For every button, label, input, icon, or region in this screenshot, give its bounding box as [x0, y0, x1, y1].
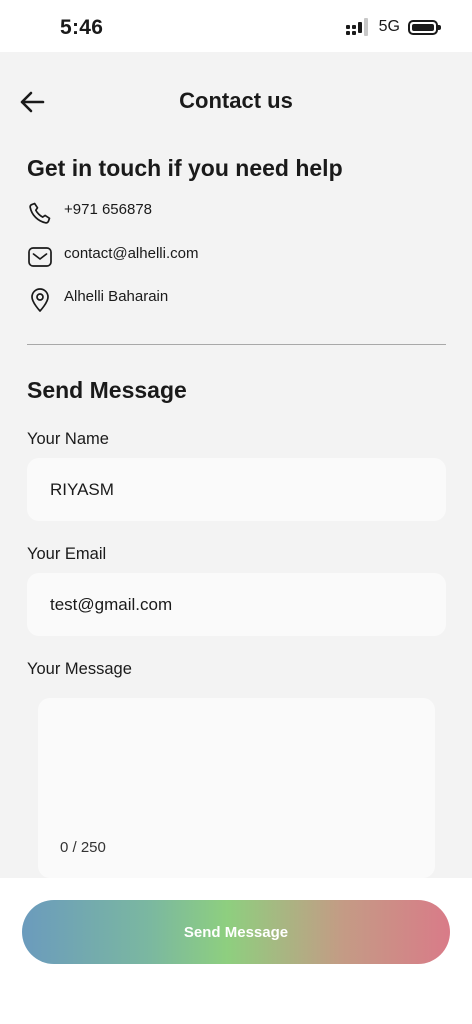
email-label: Your Email: [27, 545, 107, 563]
bottom-action-bar: Send Message: [0, 878, 472, 1024]
email-row[interactable]: contact@alhelli.com: [27, 244, 198, 270]
page-title: Contact us: [179, 88, 293, 113]
phone-number: +971 656878: [64, 201, 153, 218]
email-input[interactable]: test@gmail.com: [27, 573, 446, 636]
status-time: 5:46: [60, 16, 104, 39]
contact-section-title: Get in touch if you need help: [27, 155, 343, 181]
status-bar: 5:46 5G: [0, 0, 472, 52]
signal-icon: [345, 18, 370, 36]
email-address: contact@alhelli.com: [64, 245, 199, 262]
phone-icon: [27, 200, 53, 226]
send-message-title: Send Message: [27, 377, 187, 403]
network-label: 5G: [378, 18, 400, 35]
section-divider: [27, 344, 446, 345]
battery-icon: [408, 19, 441, 35]
location-pin-icon: [27, 287, 53, 313]
message-textarea[interactable]: 0 / 250: [38, 698, 435, 878]
message-label: Your Message: [27, 660, 132, 678]
address-row[interactable]: Alhelli Baharain: [27, 287, 168, 313]
mail-icon: [27, 244, 53, 270]
name-input[interactable]: RIYASM: [27, 458, 446, 521]
address-text: Alhelli Baharain: [64, 288, 169, 305]
name-label: Your Name: [27, 430, 109, 448]
character-counter: 0 / 250: [60, 839, 106, 856]
send-message-button[interactable]: Send Message: [22, 900, 450, 964]
phone-row[interactable]: +971 656878: [27, 200, 152, 226]
status-indicators: 5G: [345, 18, 441, 36]
